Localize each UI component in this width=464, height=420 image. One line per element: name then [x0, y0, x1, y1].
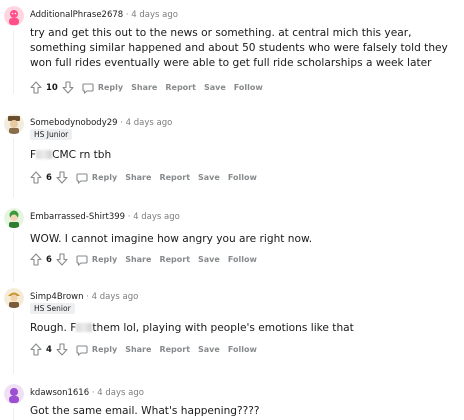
follow-button[interactable]: Follow: [228, 255, 257, 264]
comment-author[interactable]: kdawson1616 · 4 days ago: [30, 388, 144, 398]
thread-line[interactable]: [13, 232, 14, 282]
comment-author[interactable]: AdditionalPhrase2678 · 4 days ago: [30, 10, 178, 20]
upvote-icon[interactable]: [30, 171, 42, 184]
reply-label: Reply: [97, 83, 124, 92]
downvote-icon[interactable]: [56, 253, 68, 266]
user-flair: HS Junior: [30, 129, 73, 140]
upvote-icon[interactable]: [30, 81, 42, 94]
comment-body: Got the same email. What's happening????: [30, 405, 260, 417]
avatar[interactable]: [4, 114, 24, 134]
comment-body: F CMC rn tbh: [30, 148, 458, 163]
downvote-icon[interactable]: [62, 81, 74, 94]
user-flair: HS Senior: [30, 303, 75, 314]
comment-text-end: them lol, playing with people's emotions…: [92, 322, 354, 334]
avatar[interactable]: [4, 6, 24, 26]
report-button[interactable]: Report: [159, 345, 190, 354]
comment-actions: 4 Reply Share Report Save Follow: [30, 343, 257, 356]
username[interactable]: AdditionalPhrase2678: [30, 10, 123, 20]
save-button[interactable]: Save: [198, 345, 220, 354]
comment-body: try and get this out to the news or some…: [30, 27, 448, 69]
follow-button[interactable]: Follow: [228, 173, 257, 182]
comment-bubble-icon: [82, 82, 94, 94]
comment-actions: 6 Reply Share Report Save Follow: [30, 171, 257, 184]
thread-line[interactable]: [13, 30, 14, 94]
comment-text-start: Rough. F: [30, 322, 77, 334]
comment-bubble-icon: [76, 344, 88, 356]
report-button[interactable]: Report: [165, 83, 196, 92]
reply-button[interactable]: Reply: [76, 344, 117, 356]
share-button[interactable]: Share: [125, 255, 151, 264]
reply-button[interactable]: Reply: [82, 82, 123, 94]
vote-count: 10: [46, 82, 58, 93]
reply-button[interactable]: Reply: [76, 172, 117, 184]
redacted-blur: [76, 323, 93, 332]
save-button[interactable]: Save: [198, 173, 220, 182]
share-button[interactable]: Share: [125, 345, 151, 354]
username[interactable]: Embarrassed-Shirt399: [30, 212, 125, 222]
comment-text-end: CMC rn tbh: [52, 149, 112, 161]
avatar[interactable]: [4, 208, 24, 228]
comment-author[interactable]: Somebodynobody29 · 4 days ago: [30, 118, 172, 128]
share-button[interactable]: Share: [131, 83, 157, 92]
follow-button[interactable]: Follow: [228, 345, 257, 354]
username[interactable]: Simp4Brown: [30, 292, 84, 302]
comment-timestamp: · 4 days ago: [89, 388, 144, 398]
upvote-icon[interactable]: [30, 253, 42, 266]
vote-count: 6: [46, 172, 52, 183]
share-button[interactable]: Share: [125, 173, 151, 182]
comment-bubble-icon: [76, 254, 88, 266]
comment-actions: 6 Reply Share Report Save Follow: [30, 253, 257, 266]
comment-author[interactable]: Embarrassed-Shirt399 · 4 days ago: [30, 212, 180, 222]
avatar[interactable]: [4, 384, 24, 404]
save-button[interactable]: Save: [204, 83, 226, 92]
save-button[interactable]: Save: [198, 255, 220, 264]
upvote-icon[interactable]: [30, 343, 42, 356]
reply-button[interactable]: Reply: [76, 254, 117, 266]
comment-author[interactable]: Simp4Brown · 4 days ago: [30, 292, 138, 302]
follow-button[interactable]: Follow: [234, 83, 263, 92]
comment-timestamp: · 4 days ago: [83, 292, 139, 302]
redacted-blur: [36, 150, 53, 159]
avatar[interactable]: [4, 288, 24, 308]
reply-label: Reply: [91, 255, 118, 264]
comment-actions: 10 Reply Share Report Save Follow: [30, 81, 263, 94]
comment-body: Rough. F them lol, playing with people's …: [30, 321, 458, 336]
thread-line[interactable]: [13, 138, 14, 198]
username[interactable]: Somebodynobody29: [30, 118, 118, 128]
username[interactable]: kdawson1616: [30, 388, 89, 398]
vote-count: 6: [46, 254, 52, 265]
report-button[interactable]: Report: [159, 255, 190, 264]
comment-bubble-icon: [76, 172, 88, 184]
thread-line[interactable]: [13, 408, 14, 420]
thread-line[interactable]: [13, 312, 14, 374]
comment-body: WOW. I cannot imagine how angry you are …: [30, 233, 313, 245]
downvote-icon[interactable]: [56, 343, 68, 356]
reply-label: Reply: [91, 173, 118, 182]
comment-timestamp: · 4 days ago: [117, 118, 173, 128]
report-button[interactable]: Report: [159, 173, 190, 182]
vote-count: 4: [46, 344, 52, 355]
reply-label: Reply: [91, 345, 118, 354]
comment-timestamp: · 4 days ago: [123, 10, 178, 20]
downvote-icon[interactable]: [56, 171, 68, 184]
comment-timestamp: · 4 days ago: [125, 212, 180, 222]
